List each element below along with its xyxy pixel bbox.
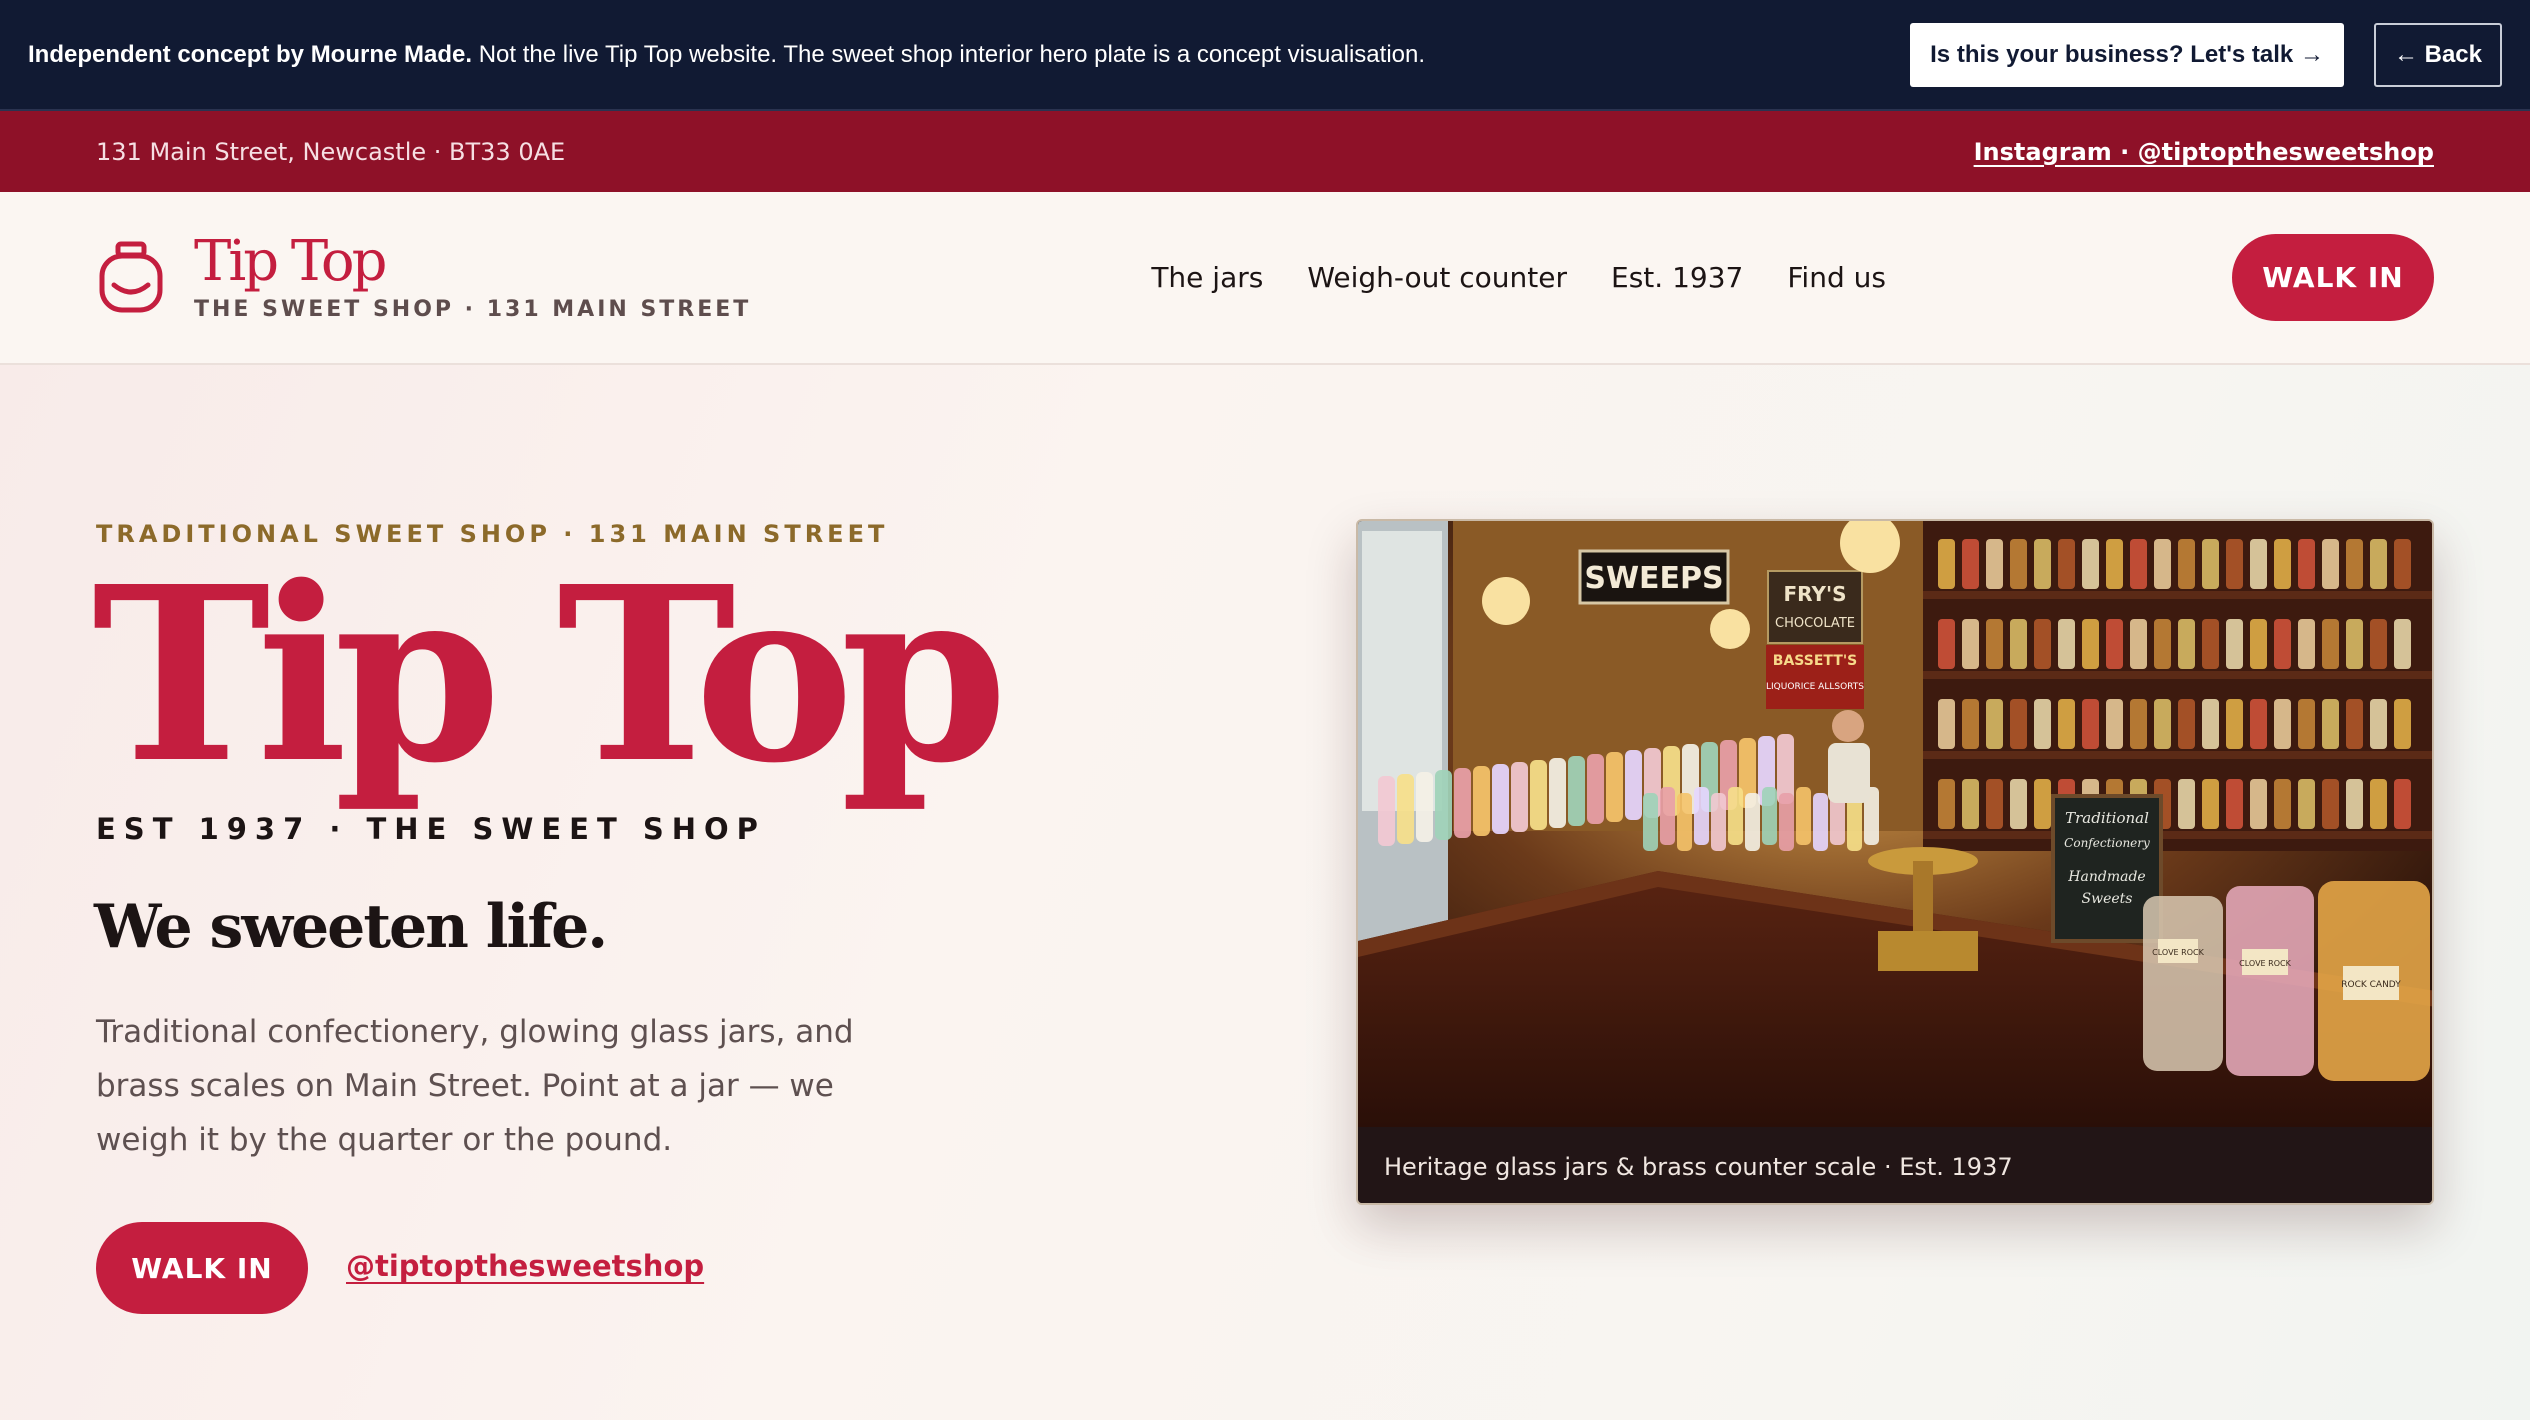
chalk-confectionery: Confectionery [2064, 836, 2150, 850]
label-rock-candy: ROCK CANDY [2341, 980, 2401, 990]
hero-est-line: EST 1937 · THE SWEET SHOP [96, 812, 766, 846]
back-button[interactable]: ← Back [2373, 22, 2502, 87]
sign-sweeps: SWEEPS [1584, 561, 1723, 596]
walk-in-hero-button[interactable]: WALK IN [96, 1222, 308, 1314]
address-text: 131 Main Street, Newcastle · BT33 0AE [96, 137, 566, 166]
brand-name: Tip Top [194, 228, 387, 294]
sign-chocolate: CHOCOLATE [1775, 616, 1855, 631]
concept-banner: Independent concept by Mourne Made. Not … [0, 0, 2530, 111]
brand-subtitle: THE SWEET SHOP · 131 MAIN STREET [194, 297, 752, 323]
lets-talk-button[interactable]: Is this your business? Let's talk → [1910, 22, 2344, 87]
instagram-link[interactable]: Instagram · @tiptopthesweetshop [1974, 138, 2434, 166]
nav-find-us[interactable]: Find us [1787, 261, 1886, 294]
sign-liquorice-allsorts: LIQUORICE ALLSORTS [1766, 682, 1864, 692]
image-caption: Heritage glass jars & brass counter scal… [1358, 1127, 2432, 1203]
hero-tagline: We sweeten life. [94, 892, 608, 962]
chalk-handmade: Handmade [2067, 869, 2145, 885]
brand-logo[interactable]: Tip Top THE SWEET SHOP · 131 MAIN STREET [96, 228, 752, 323]
concept-notice: Independent concept by Mourne Made. Not … [28, 40, 1426, 68]
nav-weigh-out-counter[interactable]: Weigh-out counter [1307, 261, 1567, 294]
chalk-sweets: Sweets [2082, 891, 2133, 907]
address-bar: 131 Main Street, Newcastle · BT33 0AE In… [0, 111, 2530, 192]
sign-bassetts: BASSETT'S [1773, 653, 1857, 669]
concept-notice-bold: Independent concept by Mourne Made. [28, 40, 473, 68]
sweet-shop-interior-image: SWEEPS FRY'S CHOCOLATE BASSETT'S LIQUORI… [1358, 521, 2432, 1127]
concept-actions: Is this your business? Let's talk → ← Ba… [1910, 22, 2502, 87]
main-nav: The jars Weigh-out counter Est. 1937 Fin… [1151, 261, 1886, 294]
hero-title: Tip Top [92, 534, 1008, 816]
sign-frys: FRY'S [1784, 582, 1847, 606]
nav-est-1937[interactable]: Est. 1937 [1611, 261, 1743, 294]
sweet-jar-icon [99, 241, 163, 313]
hero-image-card: SWEEPS FRY'S CHOCOLATE BASSETT'S LIQUORI… [1356, 519, 2434, 1205]
label-clove-rock-1: CLOVE ROCK [2152, 948, 2204, 957]
nav-the-jars[interactable]: The jars [1151, 261, 1263, 294]
label-clove-rock-2: CLOVE ROCK [2239, 959, 2291, 968]
concept-notice-text: Not the live Tip Top website. The sweet … [478, 40, 1426, 68]
chalk-traditional: Traditional [2065, 809, 2149, 827]
instagram-handle-link[interactable]: @tiptopthesweetshop [346, 1249, 704, 1283]
brand-text: Tip Top THE SWEET SHOP · 131 MAIN STREET [194, 228, 752, 323]
hero-intro: Traditional confectionery, glowing glass… [96, 1014, 854, 1158]
walk-in-header-button[interactable]: WALK IN [2232, 234, 2434, 321]
hero-section: TRADITIONAL SWEET SHOP · 131 MAIN STREET… [0, 365, 2530, 1420]
site-header: Tip Top THE SWEET SHOP · 131 MAIN STREET… [0, 192, 2530, 365]
